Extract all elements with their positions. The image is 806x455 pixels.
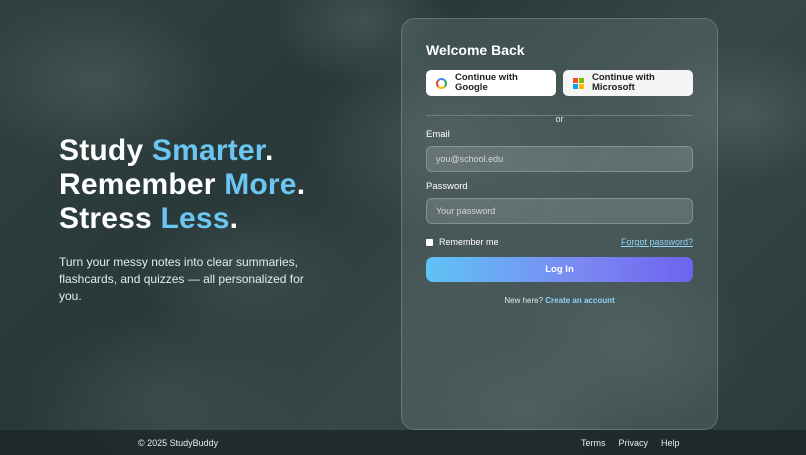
hero-section: Study Smarter. Remember More. Stress Les…	[59, 134, 389, 305]
forgot-password-link[interactable]: Forgot password?	[621, 237, 693, 247]
google-icon	[436, 77, 447, 89]
email-field[interactable]	[426, 146, 693, 172]
or-divider: or	[426, 109, 693, 124]
create-account-link[interactable]: Create an account	[545, 296, 614, 305]
remember-me-label: Remember me	[439, 237, 499, 247]
footer-link-terms[interactable]: Terms	[581, 438, 606, 448]
google-login-label: Continue with Google	[455, 72, 518, 93]
login-button[interactable]: Log In	[426, 257, 693, 282]
microsoft-icon	[573, 77, 584, 89]
divider-text: or	[555, 114, 564, 124]
footer: © 2025 StudyBuddy Terms Privacy Help	[0, 430, 806, 455]
microsoft-login-label: Continue with Microsoft	[592, 72, 655, 93]
password-field[interactable]	[426, 198, 693, 224]
signup-prompt-text: New here?	[504, 296, 546, 305]
login-title: Welcome Back	[426, 42, 525, 58]
remember-me: Remember me	[426, 237, 499, 247]
hero-headline-line-1: Study Smarter.	[59, 134, 274, 167]
microsoft-login-button[interactable]: Continue with Microsoft	[563, 70, 693, 96]
oauth-buttons: Continue with Google Continue with Micro…	[426, 70, 693, 96]
login-card: Welcome Back Continue with Google Contin…	[401, 18, 718, 430]
email-label: Email	[426, 129, 450, 140]
hero-accent-word: Less	[160, 202, 230, 235]
signup-prompt: New here? Create an account	[426, 296, 693, 305]
footer-copyright: © 2025 StudyBuddy	[138, 437, 219, 448]
hero-accent-word: Smarter	[151, 134, 266, 167]
footer-link-privacy[interactable]: Privacy	[619, 438, 649, 448]
footer-link-help[interactable]: Help	[661, 438, 680, 448]
hero-headline-line-3: Stress Less.	[59, 202, 239, 235]
login-options-row: Remember me Forgot password?	[426, 237, 693, 247]
hero-subtitle: Turn your messy notes into clear summari…	[59, 255, 304, 303]
hero-headline-line-2: Remember More.	[59, 168, 306, 201]
password-label: Password	[426, 181, 468, 192]
google-login-button[interactable]: Continue with Google	[426, 70, 556, 96]
remember-me-checkbox[interactable]	[426, 238, 433, 246]
hero-accent-word: More	[224, 168, 297, 201]
footer-links: Terms Privacy Help	[581, 438, 680, 448]
